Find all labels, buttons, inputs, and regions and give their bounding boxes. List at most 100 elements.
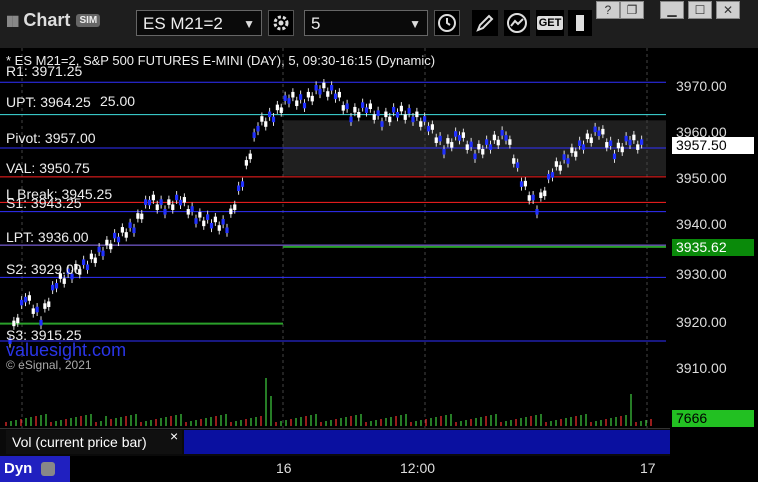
- candle-body: [632, 134, 636, 141]
- settings-gear-icon[interactable]: [268, 10, 294, 36]
- candle-body: [411, 116, 415, 123]
- symbol-value: ES M21=2: [143, 14, 223, 33]
- window-maximize-icon[interactable]: ☐: [688, 1, 712, 19]
- candle-body: [23, 296, 28, 303]
- candle-body: [640, 139, 644, 145]
- candle-body: [43, 303, 47, 309]
- window-minimize-icon[interactable]: ▁: [660, 1, 684, 19]
- candle-body: [612, 153, 617, 160]
- chevron-down-icon[interactable]: ▼: [243, 11, 255, 37]
- candle-body: [326, 91, 330, 97]
- candle-body: [182, 197, 186, 203]
- candle-body: [295, 100, 299, 107]
- candle-body: [178, 199, 183, 206]
- candle-body: [345, 103, 349, 110]
- candle-body: [159, 199, 163, 205]
- candle-body: [337, 91, 341, 98]
- candle-body: [558, 165, 562, 171]
- window-restore-icon[interactable]: ❐: [620, 1, 644, 19]
- x-tick-label: 12:00: [400, 460, 436, 476]
- x-tick-label: 16: [276, 460, 292, 476]
- sim-badge: SIM: [76, 14, 101, 27]
- candle-body: [302, 102, 307, 109]
- candle-body: [31, 308, 35, 314]
- x-tick-label: 17: [640, 460, 656, 476]
- candle-body: [330, 84, 334, 91]
- lock-icon: [40, 462, 55, 477]
- candle-body: [419, 121, 423, 127]
- candle-body: [47, 301, 51, 307]
- candle-body: [97, 246, 101, 253]
- volume-value-marker: 7666: [672, 410, 754, 427]
- candle-body: [364, 107, 369, 113]
- dynamic-button[interactable]: Dyn: [0, 456, 70, 482]
- candle-body: [318, 88, 322, 95]
- candle-body: [461, 132, 465, 138]
- candle-body: [213, 216, 217, 223]
- volume-study-band: [184, 430, 670, 454]
- candle-body: [593, 126, 597, 133]
- candle-body: [438, 135, 442, 142]
- candle-body: [550, 172, 555, 178]
- candle-body: [477, 143, 481, 150]
- candle-body: [186, 209, 190, 215]
- candle-body: [124, 232, 128, 238]
- candle-body: [457, 135, 462, 141]
- candle-body: [136, 213, 140, 219]
- window-close-icon[interactable]: ✕: [716, 1, 740, 19]
- candle-body: [454, 131, 458, 137]
- candle-body: [101, 250, 105, 257]
- candle-body: [488, 144, 493, 150]
- candle-body: [51, 284, 55, 291]
- candle-body: [128, 222, 132, 228]
- drag-grip-icon[interactable]: ▮▮: [6, 12, 19, 29]
- chevron-down-icon[interactable]: ▼: [409, 11, 421, 37]
- candle-body: [403, 114, 407, 120]
- symbol-selector[interactable]: ES M21=2 ▼: [136, 10, 262, 36]
- candle-body: [113, 232, 117, 239]
- level-label-r1: R1: 3971.25: [6, 63, 83, 79]
- candle-body: [543, 190, 547, 197]
- more-options-icon[interactable]: [568, 10, 592, 36]
- window-help-icon[interactable]: ?: [596, 1, 620, 19]
- draw-pencil-icon[interactable]: [472, 10, 498, 36]
- candle-body: [527, 195, 531, 201]
- candle-body: [554, 161, 558, 167]
- candle-body: [54, 282, 59, 289]
- candle-body: [496, 139, 500, 146]
- candle-body: [353, 106, 357, 113]
- get-data-icon[interactable]: GET: [536, 10, 564, 36]
- candle-body: [469, 141, 473, 148]
- close-study-icon[interactable]: ×: [170, 428, 178, 444]
- candle-body: [244, 160, 248, 166]
- candle-body: [380, 121, 384, 127]
- volume-label-text: Vol (current price bar): [12, 434, 147, 450]
- candle-body: [310, 95, 314, 102]
- candle-body: [357, 112, 361, 118]
- candle-body: [237, 185, 241, 192]
- candle-body: [268, 111, 272, 118]
- candle-body: [570, 147, 574, 153]
- candle-body: [481, 148, 485, 155]
- study-icon[interactable]: [504, 10, 530, 36]
- candle-body: [624, 135, 628, 142]
- volume-study-label[interactable]: Vol (current price bar): [6, 430, 182, 454]
- candle-body: [279, 107, 283, 113]
- candle-body: [217, 225, 221, 231]
- candle-body: [35, 306, 39, 313]
- candle-body: [508, 139, 512, 145]
- candle-body: [291, 91, 295, 98]
- app-title: Chart: [23, 10, 71, 30]
- clock-icon[interactable]: [434, 10, 460, 36]
- green-price-marker: 3935.62: [672, 239, 754, 256]
- interval-selector[interactable]: 5 ▼: [304, 10, 428, 36]
- candle-body: [225, 227, 229, 234]
- candle-body: [512, 158, 516, 164]
- candle-body: [27, 295, 31, 301]
- candle-body: [16, 317, 20, 324]
- candle-body: [109, 243, 113, 250]
- y-tick-label: 3930.00: [676, 266, 727, 282]
- candle-body: [399, 105, 403, 112]
- level-label-s1: S1: 3943.25: [6, 195, 82, 211]
- candle-body: [395, 112, 400, 118]
